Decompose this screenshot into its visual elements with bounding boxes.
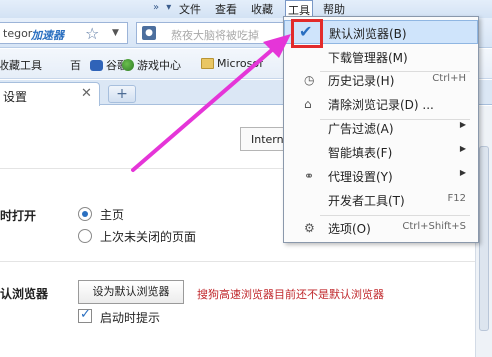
radio-homepage-label: 主页 <box>100 208 125 222</box>
radio-last-session[interactable] <box>78 229 92 243</box>
set-default-browser-button[interactable]: 设为默认浏览器 <box>78 280 184 304</box>
menu-item-label: 默认浏览器(B) <box>329 27 407 41</box>
fav-collect-tools[interactable]: 收藏工具 <box>0 57 42 73</box>
menu-item-dev-tools[interactable]: 开发者工具(T) F12 <box>284 188 478 212</box>
menu-item-options[interactable]: ⚙ 选项(O) Ctrl+Shift+S <box>284 216 478 240</box>
chevron-down-icon[interactable]: ▼ <box>112 28 119 38</box>
scrollbar-thumb[interactable] <box>479 146 489 331</box>
fav-microsoft[interactable]: Microsof <box>201 57 263 70</box>
menu-item-label: 开发者工具(T) <box>328 194 405 208</box>
menu-item-autofill[interactable]: 智能填表(F) ▶ <box>284 140 478 164</box>
menu-item-history[interactable]: ◷ 历史记录(H) Ctrl+H <box>284 68 478 92</box>
star-icon[interactable]: ☆ <box>85 24 99 43</box>
menu-item-shortcut: Ctrl+Shift+S <box>402 221 466 232</box>
menu-favorites[interactable]: 收藏 <box>251 1 273 17</box>
startup-prompt-label: 启动时提示 <box>100 311 161 325</box>
radio-last-session-label: 上次未关闭的页面 <box>100 230 197 244</box>
highlight-box <box>291 19 323 48</box>
default-browser-label: 认浏览器 <box>0 287 49 301</box>
menu-help[interactable]: 帮助 <box>323 1 345 17</box>
fav-games[interactable]: 游戏中心 <box>122 57 181 73</box>
menu-item-label: 清除浏览记录(D) ... <box>328 98 434 112</box>
fav-games-label: 游戏中心 <box>137 59 181 72</box>
eraser-icon: ⌂ <box>304 97 312 111</box>
accelerator-badge[interactable]: 加速器 <box>31 27 64 43</box>
tab-title: 设置 <box>3 90 28 104</box>
clock-icon: ◷ <box>304 73 315 87</box>
paw-icon <box>90 59 103 71</box>
menu-item-proxy[interactable]: ⚭ 代理设置(Y) ▶ <box>284 164 478 188</box>
default-browser-warning: 搜狗高速浏览器目前还不是默认浏览器 <box>197 288 384 301</box>
menu-item-label: 下载管理器(M) <box>328 51 408 65</box>
folder-icon <box>201 58 214 69</box>
tools-menu: 默认浏览器(B) 下载管理器(M) ◷ 历史记录(H) Ctrl+H ⌂ 清除浏… <box>283 16 479 243</box>
divider <box>0 261 475 262</box>
menu-file[interactable]: 文件 <box>179 1 201 17</box>
startup-prompt-checkbox[interactable] <box>78 307 92 323</box>
close-icon[interactable]: ✕ <box>81 86 92 101</box>
menu-item-shortcut: F12 <box>447 193 466 204</box>
fav-hundred-label: 百 <box>70 59 81 72</box>
paw-icon: ● <box>142 26 156 40</box>
tab-settings[interactable]: 设置 ✕ <box>0 82 100 106</box>
menu-item-label: 历史记录(H) <box>328 74 395 88</box>
search-placeholder: 熬夜大脑将被吃掉 <box>171 29 259 42</box>
menu-item-download-manager[interactable]: 下载管理器(M) <box>284 45 478 69</box>
menu-item-clear-history[interactable]: ⌂ 清除浏览记录(D) ... <box>284 92 478 116</box>
menu-item-label: 代理设置(Y) <box>328 170 393 184</box>
game-icon <box>122 59 134 71</box>
engine-select-value: Intern <box>251 133 284 146</box>
submenu-arrow-icon: ▶ <box>459 144 466 153</box>
menu-item-label: 广告过滤(A) <box>328 122 394 136</box>
submenu-arrow-icon: ▶ <box>459 120 466 129</box>
nav-arrows-icon[interactable]: » ▾ <box>153 2 173 13</box>
fav-hundred[interactable]: 百 <box>70 57 81 73</box>
menu-item-ad-filter[interactable]: 广告过滤(A) ▶ <box>284 116 478 140</box>
gear-icon: ⚙ <box>304 221 315 235</box>
menu-item-shortcut: Ctrl+H <box>432 73 466 84</box>
menu-item-label: 智能填表(F) <box>328 146 393 160</box>
new-tab-button[interactable]: + <box>108 85 136 103</box>
search-input[interactable]: ● 熬夜大脑将被吃掉 <box>136 22 296 44</box>
menu-view[interactable]: 查看 <box>215 1 237 17</box>
link-icon: ⚭ <box>304 169 315 183</box>
address-text: tegor <box>3 27 33 40</box>
fav-microsoft-label: Microsof <box>217 57 263 70</box>
fav-collect-label: 收藏工具 <box>0 59 42 72</box>
address-bar[interactable]: tegor 加速器 ☆ ▼ <box>0 22 128 44</box>
submenu-arrow-icon: ▶ <box>459 168 466 177</box>
radio-homepage[interactable] <box>78 207 92 221</box>
startup-label: 时打开 <box>0 209 37 223</box>
menu-item-label: 选项(O) <box>328 222 371 236</box>
